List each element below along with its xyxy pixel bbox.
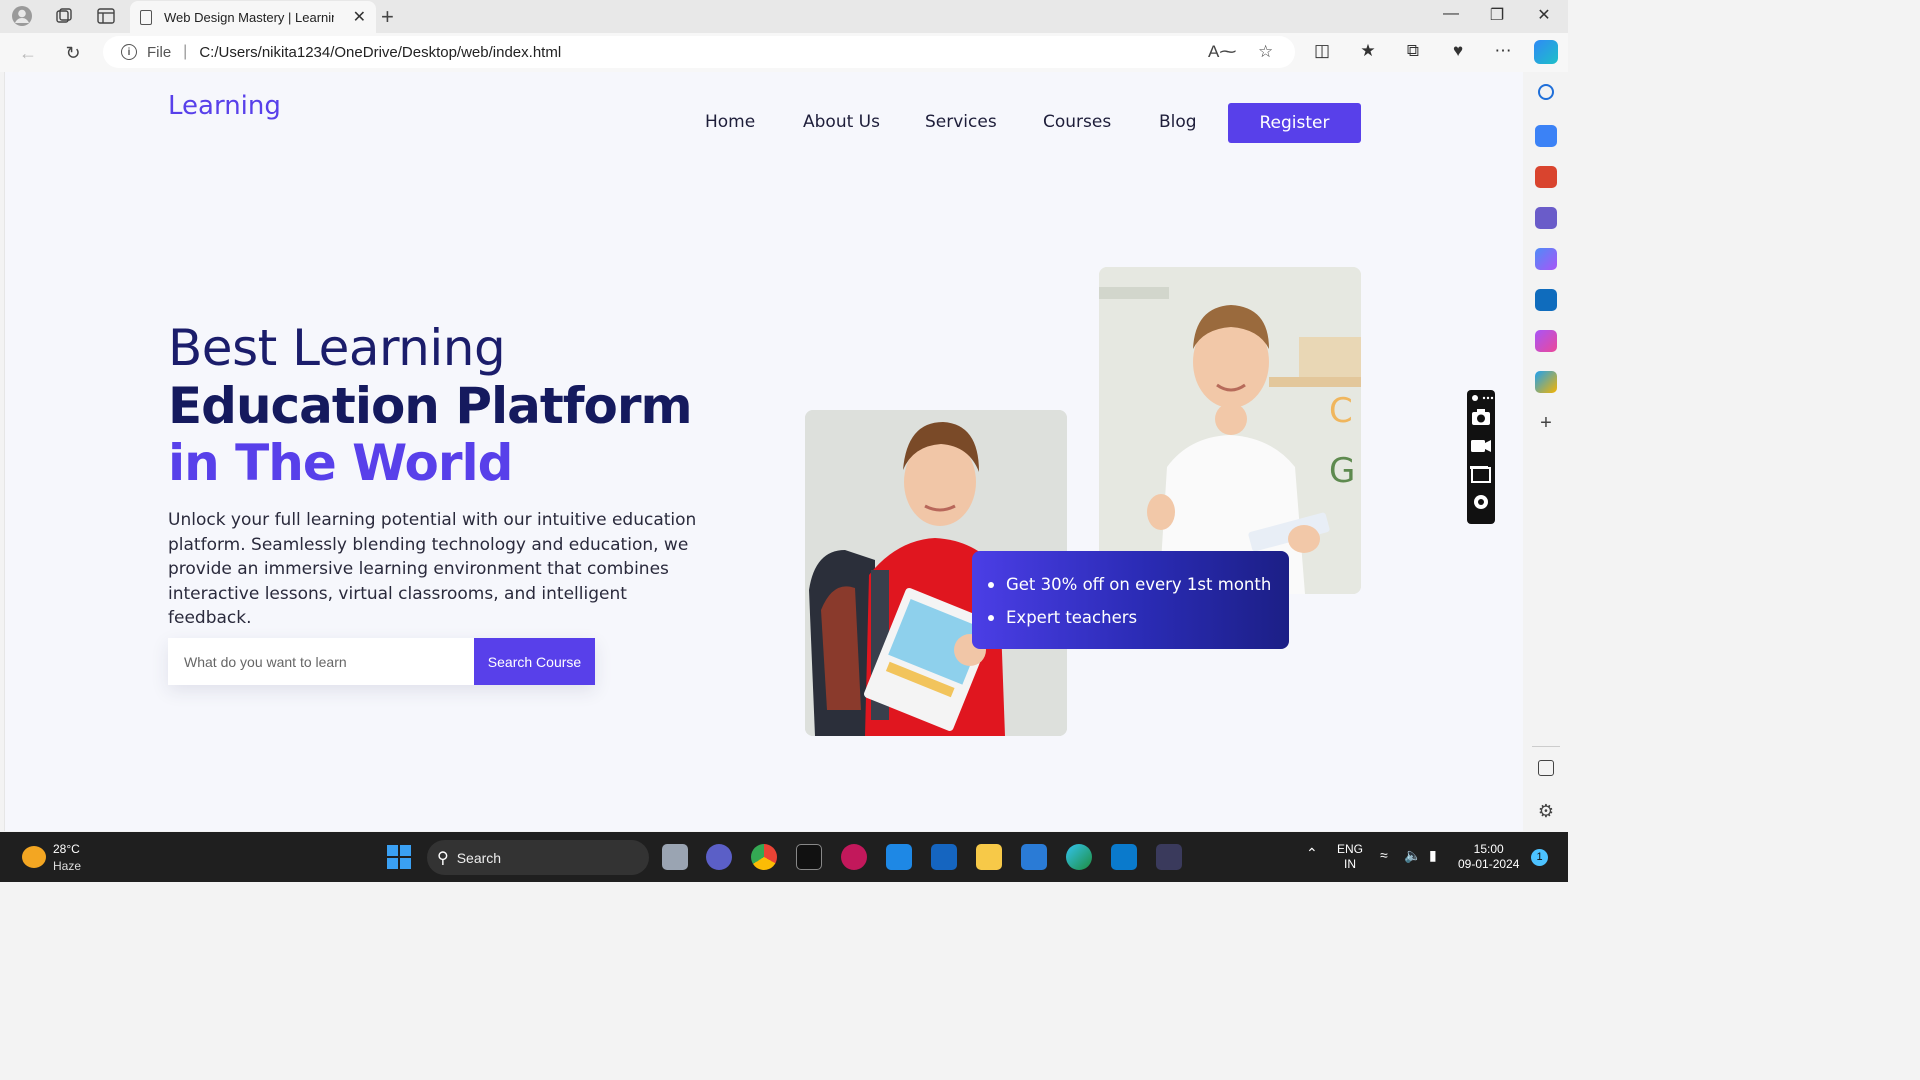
settings-gear-icon[interactable]: ⚙ [1535,800,1557,822]
tools-briefcase-icon[interactable] [1535,166,1557,188]
outlook-icon[interactable] [1535,289,1557,311]
more-menu-icon[interactable]: ⋯ [1491,41,1515,61]
edge-icon[interactable] [1066,844,1092,870]
microsoft-365-icon[interactable] [1535,248,1557,270]
offer-item-teachers: Expert teachers [988,601,1289,634]
vscode-icon[interactable] [1111,844,1137,870]
capture-toolbar [1467,390,1495,524]
language-code: ENG [1337,842,1364,856]
myhp-icon[interactable] [886,844,912,870]
mail-icon[interactable] [1021,844,1047,870]
battery-icon[interactable]: ▮ [1429,848,1437,863]
page-icon [140,9,152,25]
register-button[interactable]: Register [1228,103,1361,143]
file-explorer-icon[interactable] [976,844,1002,870]
weather-haze-icon[interactable] [22,846,46,868]
hero-heading-line3: in The World [168,434,513,492]
show-hidden-icons[interactable]: ⌃ [1306,846,1318,861]
vertical-tabs-icon[interactable] [94,5,118,27]
clock[interactable]: 15:00 09-01-2024 [1458,842,1519,872]
active-tab[interactable]: Web Design Mastery | Learning L ✕ [130,1,376,33]
send-icon[interactable] [1535,371,1557,393]
site-logo[interactable]: Learning [168,91,281,121]
address-row: ← ↻ i File | C:/Users/nikita1234/OneDriv… [0,33,1568,72]
wifi-icon[interactable]: ≈ [1380,848,1388,863]
games-icon[interactable] [1535,207,1557,229]
restore-icon[interactable]: ❐ [1482,5,1512,25]
back-icon[interactable]: ← [16,41,40,65]
copilot-icon[interactable] [1534,40,1558,64]
volume-icon[interactable]: 🔈 [1404,848,1421,863]
web-page: Learning Home About Us Services Courses … [4,72,1523,831]
shopping-tag-icon[interactable] [1535,125,1557,147]
offer-item-discount: Get 30% off on every 1st month [988,568,1289,601]
terminal-icon[interactable] [796,844,822,870]
refresh-icon[interactable]: ↻ [61,41,85,65]
sidebar-divider [1532,746,1560,747]
url-text[interactable]: C:/Users/nikita1234/OneDrive/Desktop/web… [199,44,561,61]
favorites-icon[interactable]: ★ [1356,41,1380,61]
task-view-icon[interactable] [662,844,688,870]
weather-description[interactable]: Haze [53,859,81,873]
hero-description: Unlock your full learning potential with… [168,510,697,628]
chrome-icon[interactable] [751,844,777,870]
add-icon[interactable]: + [1535,412,1557,434]
svg-text:G: G [1329,451,1355,491]
taskbar-search-label: Search [456,849,502,866]
close-window-icon[interactable]: ✕ [1529,5,1559,25]
windows-start-icon[interactable] [387,845,411,869]
url-separator: | [183,43,188,60]
collections-icon[interactable]: ⧉ [1401,41,1425,61]
info-icon[interactable]: i [121,44,137,60]
address-bar[interactable]: i File | C:/Users/nikita1234/OneDrive/De… [103,36,1295,68]
course-search-form: Search Course [168,638,595,685]
notification-badge[interactable]: 1 [1531,849,1548,866]
offer-card: Get 30% off on every 1st month Expert te… [972,551,1289,649]
close-tab-icon[interactable]: ✕ [353,7,366,27]
winrar-icon[interactable] [1156,844,1182,870]
taskbar-search[interactable]: ⚲ Search [427,840,649,875]
windows-taskbar: 28°C Haze ⚲ Search ⌃ ENG IN ≈ 🔈 ▮ 15:00 … [0,832,1568,882]
profile-icon[interactable] [10,5,34,27]
hero-heading-line1: Best Learning [168,319,506,377]
hero-image-boy-with-book: C G [1099,267,1361,594]
workspaces-icon[interactable] [52,5,76,27]
region-code: IN [1344,857,1356,871]
clock-time: 15:00 [1473,842,1504,856]
course-search-input[interactable] [168,638,474,685]
nav-home[interactable]: Home [705,112,755,132]
url-scheme: File [147,43,172,61]
chat-icon[interactable] [706,844,732,870]
minimize-icon[interactable]: — [1436,5,1466,23]
search-course-button[interactable]: Search Course [474,638,595,685]
svg-text:C: C [1329,391,1353,431]
nav-blog[interactable]: Blog [1159,112,1197,132]
search-icon[interactable] [1538,84,1554,100]
wps-icon[interactable] [841,844,867,870]
new-tab-button[interactable]: + [381,4,394,30]
split-screen-icon[interactable]: ◫ [1310,41,1334,61]
nav-courses[interactable]: Courses [1043,112,1111,132]
tab-title: Web Design Mastery | Learning L [164,9,334,25]
health-extension-icon[interactable]: ♥ [1446,41,1470,61]
search-icon: ⚲ [437,849,449,867]
language-indicator[interactable]: ENG IN [1337,842,1363,872]
nav-about-us[interactable]: About Us [803,112,880,132]
favorite-star-icon[interactable]: ☆ [1258,42,1273,62]
weather-temperature[interactable]: 28°C [53,842,80,856]
browser-title-bar: Web Design Mastery | Learning L ✕ + — ❐ … [0,0,1568,33]
designer-icon[interactable] [1535,330,1557,352]
clock-date: 09-01-2024 [1458,857,1520,871]
hero-heading-line2: Education Platform [168,377,693,435]
read-aloud-icon[interactable]: A⁓ [1208,42,1236,62]
hide-sidebar-icon[interactable] [1538,760,1554,776]
edge-sidebar: + ⚙ [1524,72,1568,832]
dropbox-icon[interactable] [931,844,957,870]
nav-services[interactable]: Services [925,112,997,132]
